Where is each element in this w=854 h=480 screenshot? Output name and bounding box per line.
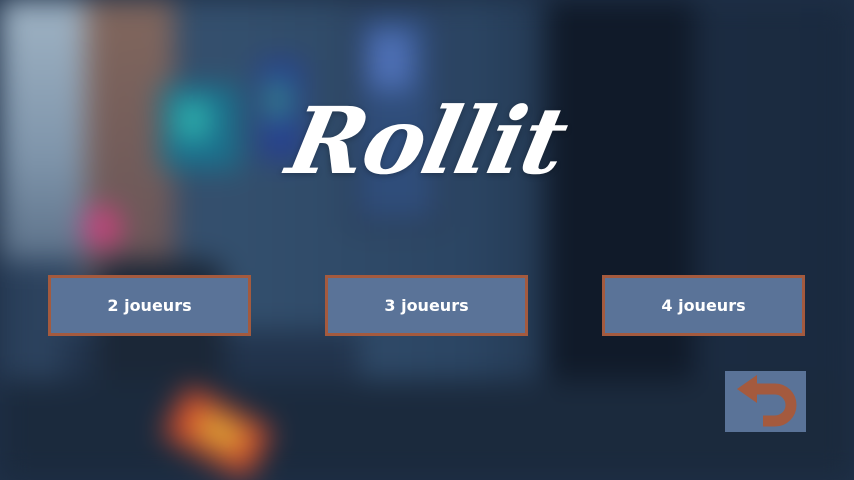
game-menu-screen: Rollit 2 joueurs 3 joueurs 4 joueurs (0, 0, 854, 480)
two-players-button[interactable]: 2 joueurs (48, 275, 251, 336)
back-button[interactable] (725, 371, 806, 432)
four-players-button[interactable]: 4 joueurs (602, 275, 805, 336)
game-title: Rollit (278, 87, 576, 195)
three-players-button[interactable]: 3 joueurs (325, 275, 528, 336)
four-players-label: 4 joueurs (661, 296, 746, 315)
undo-arrow-icon (737, 375, 797, 427)
three-players-label: 3 joueurs (384, 296, 469, 315)
two-players-label: 2 joueurs (107, 296, 192, 315)
